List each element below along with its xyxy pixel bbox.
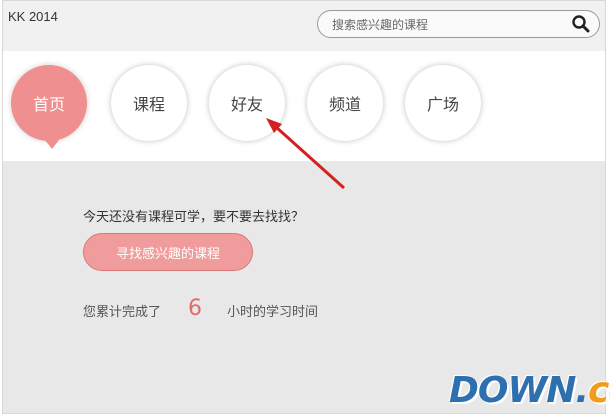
nav-courses[interactable]: 课程 [111,65,187,141]
nav-friends[interactable]: 好友 [209,65,285,141]
watermark-logo: DOWN.cc [449,370,610,411]
search-icon[interactable] [571,14,591,34]
nav-square[interactable]: 广场 [405,65,481,141]
main-nav: 首页 课程 好友 频道 广场 [3,51,605,161]
active-nav-pointer [45,140,59,149]
stats-hours: 6 [188,296,202,321]
app-window: KK 2014 首页 课程 好友 频道 广场 今天还没有课程可学，要不要去找找？… [2,0,606,414]
stats-suffix: 小时的学习时间 [227,305,319,320]
title-bar: KK 2014 [3,1,605,51]
find-courses-button[interactable]: 寻找感兴趣的课程 [83,233,253,271]
empty-course-prompt: 今天还没有课程可学，要不要去找找？ [83,210,305,225]
search-input[interactable] [330,14,564,36]
nav-channels[interactable]: 频道 [307,65,383,141]
search-box[interactable] [317,10,600,38]
app-title: KK 2014 [8,9,58,24]
nav-home[interactable]: 首页 [11,65,87,141]
stats-prefix: 您累计完成了 [83,305,162,320]
